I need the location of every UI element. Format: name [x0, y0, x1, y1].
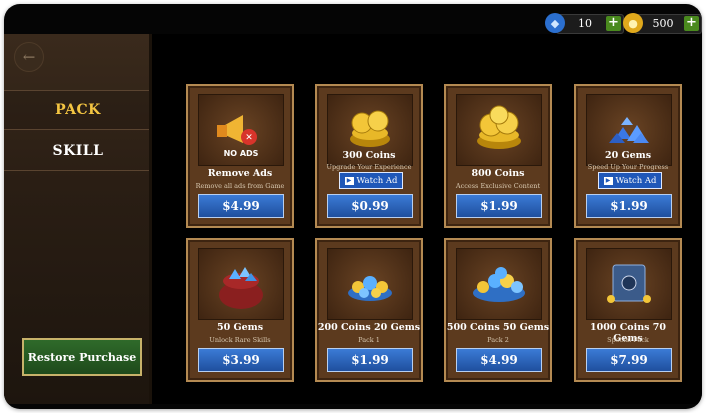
coins-gems-pile-icon: [456, 248, 542, 320]
video-icon: ▶: [344, 176, 354, 185]
card-title: 500 Coins 50 Gems: [446, 322, 550, 333]
shop-card: 1000 Coins 70 Gems Special Pack $7.99: [574, 238, 682, 382]
menu-item-pack[interactable]: PACK: [4, 90, 152, 130]
watch-ad-label: Watch Ad: [356, 175, 398, 186]
video-icon: ▶: [603, 176, 613, 185]
coin-icon: ●: [623, 13, 643, 33]
megaphone-icon: ✕ NO ADS: [198, 94, 284, 166]
treasure-safe-icon: [586, 248, 672, 320]
shop-screen: ← PACK SKILL Restore Purchase ✕ NO ADS R…: [4, 34, 702, 404]
gems-value: 10: [578, 17, 592, 30]
coins-gems-pile-icon: [327, 248, 413, 320]
card-title: 300 Coins: [342, 150, 396, 161]
card-subtitle: Special Pack: [607, 336, 649, 344]
card-subtitle: Upgrade Your Experience: [326, 163, 412, 171]
price-button[interactable]: $1.99: [456, 194, 542, 218]
restore-purchase-button[interactable]: Restore Purchase: [22, 338, 142, 376]
back-button[interactable]: ←: [14, 42, 44, 72]
coins-counter: ● 500 +: [623, 13, 702, 34]
price-button[interactable]: $7.99: [586, 348, 672, 372]
card-title: Remove Ads: [207, 168, 273, 179]
gem-sack-icon: [198, 248, 284, 320]
card-subtitle: Pack 2: [487, 336, 509, 344]
shop-card: ✕ NO ADS Remove Ads Remove all ads from …: [186, 84, 294, 228]
card-title: 20 Gems: [604, 150, 652, 161]
shop-card: 300 Coins Upgrade Your Experience ▶ Watc…: [315, 84, 423, 228]
price-button[interactable]: $4.99: [198, 194, 284, 218]
price-button[interactable]: $4.99: [456, 348, 542, 372]
no-ads-label: NO ADS: [223, 149, 259, 158]
shop-card: 20 Gems Speed Up Your Progress ▶ Watch A…: [574, 84, 682, 228]
diamond-icon: ◆: [545, 13, 565, 33]
svg-text:✕: ✕: [245, 133, 253, 143]
shop-card: 200 Coins 20 Gems Pack 1 $1.99: [315, 238, 423, 382]
price-button[interactable]: $1.99: [586, 194, 672, 218]
card-subtitle: Unlock Rare Skills: [209, 336, 271, 344]
watch-ad-label: Watch Ad: [615, 175, 657, 186]
card-subtitle: Speed Up Your Progress: [587, 163, 669, 171]
add-coins-button[interactable]: +: [684, 16, 699, 31]
price-button[interactable]: $3.99: [198, 348, 284, 372]
sidebar: ← PACK SKILL Restore Purchase: [4, 34, 152, 404]
watch-ad-button[interactable]: ▶ Watch Ad: [598, 172, 662, 189]
card-subtitle: Access Exclusive Content: [455, 182, 541, 190]
menu-item-skill[interactable]: SKILL: [4, 132, 152, 171]
add-gems-button[interactable]: +: [606, 16, 621, 31]
gems-counter: ◆ 10 +: [545, 13, 624, 34]
price-button[interactable]: $1.99: [327, 348, 413, 372]
watch-ad-button[interactable]: ▶ Watch Ad: [339, 172, 403, 189]
gold-coins-icon: [456, 94, 542, 166]
shop-card: 500 Coins 50 Gems Pack 2 $4.99: [444, 238, 552, 382]
back-arrow-icon: ←: [22, 48, 36, 66]
card-title: 800 Coins: [471, 168, 525, 179]
card-title: 50 Gems: [216, 322, 264, 333]
coins-value: 500: [652, 17, 674, 30]
card-subtitle: Pack 1: [358, 336, 380, 344]
card-subtitle: Remove all ads from Game: [195, 182, 285, 190]
device-frame: ◆ 10 + ● 500 + ← PACK SKILL Restore Purc…: [4, 4, 702, 409]
shop-card: 800 Coins Access Exclusive Content $1.99: [444, 84, 552, 228]
price-button[interactable]: $0.99: [327, 194, 413, 218]
card-title: 200 Coins 20 Gems: [317, 322, 421, 333]
shop-card: 50 Gems Unlock Rare Skills $3.99: [186, 238, 294, 382]
